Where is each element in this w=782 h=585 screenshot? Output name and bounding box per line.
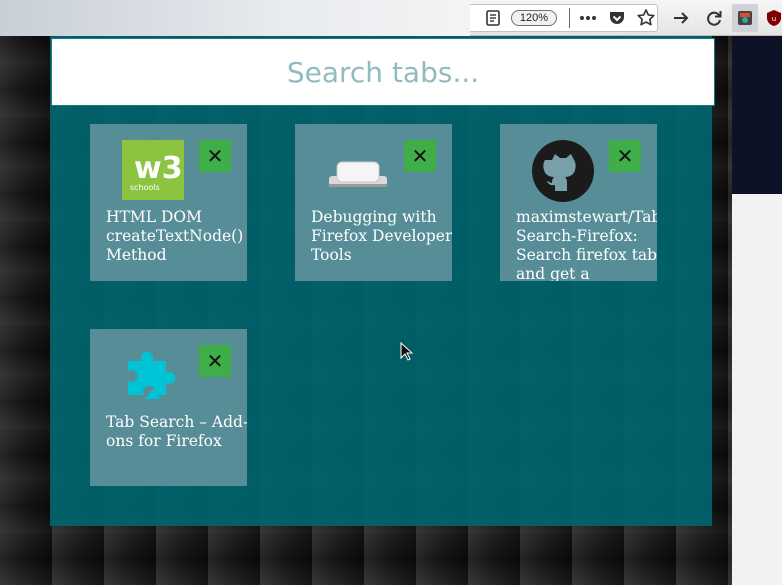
tab-card[interactable]: ✕ Tab Search – Add-ons for Firefox xyxy=(90,329,247,486)
close-tab-button[interactable]: ✕ xyxy=(404,140,436,172)
svg-text:w3: w3 xyxy=(134,151,183,186)
tab-title: HTML DOM createTextNode() Method xyxy=(106,208,244,264)
tab-search-extension-button[interactable] xyxy=(732,4,758,32)
bookmark-star-icon[interactable] xyxy=(636,8,656,28)
reload-icon[interactable] xyxy=(704,8,724,28)
page-background-light xyxy=(732,194,782,585)
tab-title: Debugging with Firefox Developer Tools xyxy=(311,208,452,264)
reader-view-icon[interactable] xyxy=(483,8,503,28)
white-pill-icon xyxy=(329,161,387,187)
close-tab-button[interactable]: ✕ xyxy=(199,345,231,377)
ublock-icon[interactable]: u xyxy=(764,8,782,28)
close-tab-button[interactable]: ✕ xyxy=(609,140,641,172)
toolbar-background xyxy=(0,0,470,36)
tab-card[interactable]: ✕ maximstewart/Tab-Search-Firefox: Searc… xyxy=(500,124,657,281)
w3schools-logo-icon: w3 schools xyxy=(122,140,184,200)
pocket-icon[interactable] xyxy=(607,8,627,28)
tab-search-popup: w3 schools ✕ HTML DOM createTextNode() M… xyxy=(0,36,732,585)
more-dots-icon[interactable] xyxy=(578,8,598,28)
search-input[interactable] xyxy=(52,39,714,105)
tab-title: Tab Search – Add-ons for Firefox xyxy=(106,413,247,450)
mouse-cursor-icon xyxy=(400,342,414,361)
toolbar-separator xyxy=(569,8,570,28)
svg-text:schools: schools xyxy=(130,183,160,192)
tab-card[interactable]: ✕ Debugging with Firefox Developer Tools xyxy=(295,124,452,281)
tab-card[interactable]: w3 schools ✕ HTML DOM createTextNode() M… xyxy=(90,124,247,281)
tab-title: maximstewart/Tab-Search-Firefox: Search … xyxy=(516,208,657,281)
github-octocat-icon xyxy=(532,140,594,202)
browser-toolbar: 120% u xyxy=(0,0,782,36)
svg-text:u: u xyxy=(772,15,776,23)
page-background-dark xyxy=(732,36,782,194)
forward-arrow-icon[interactable] xyxy=(671,8,691,28)
tab-search-extension-icon xyxy=(738,11,752,25)
zoom-level-badge[interactable]: 120% xyxy=(511,10,557,26)
puzzle-piece-icon xyxy=(128,351,176,399)
close-tab-button[interactable]: ✕ xyxy=(199,140,231,172)
search-box[interactable] xyxy=(51,38,715,106)
